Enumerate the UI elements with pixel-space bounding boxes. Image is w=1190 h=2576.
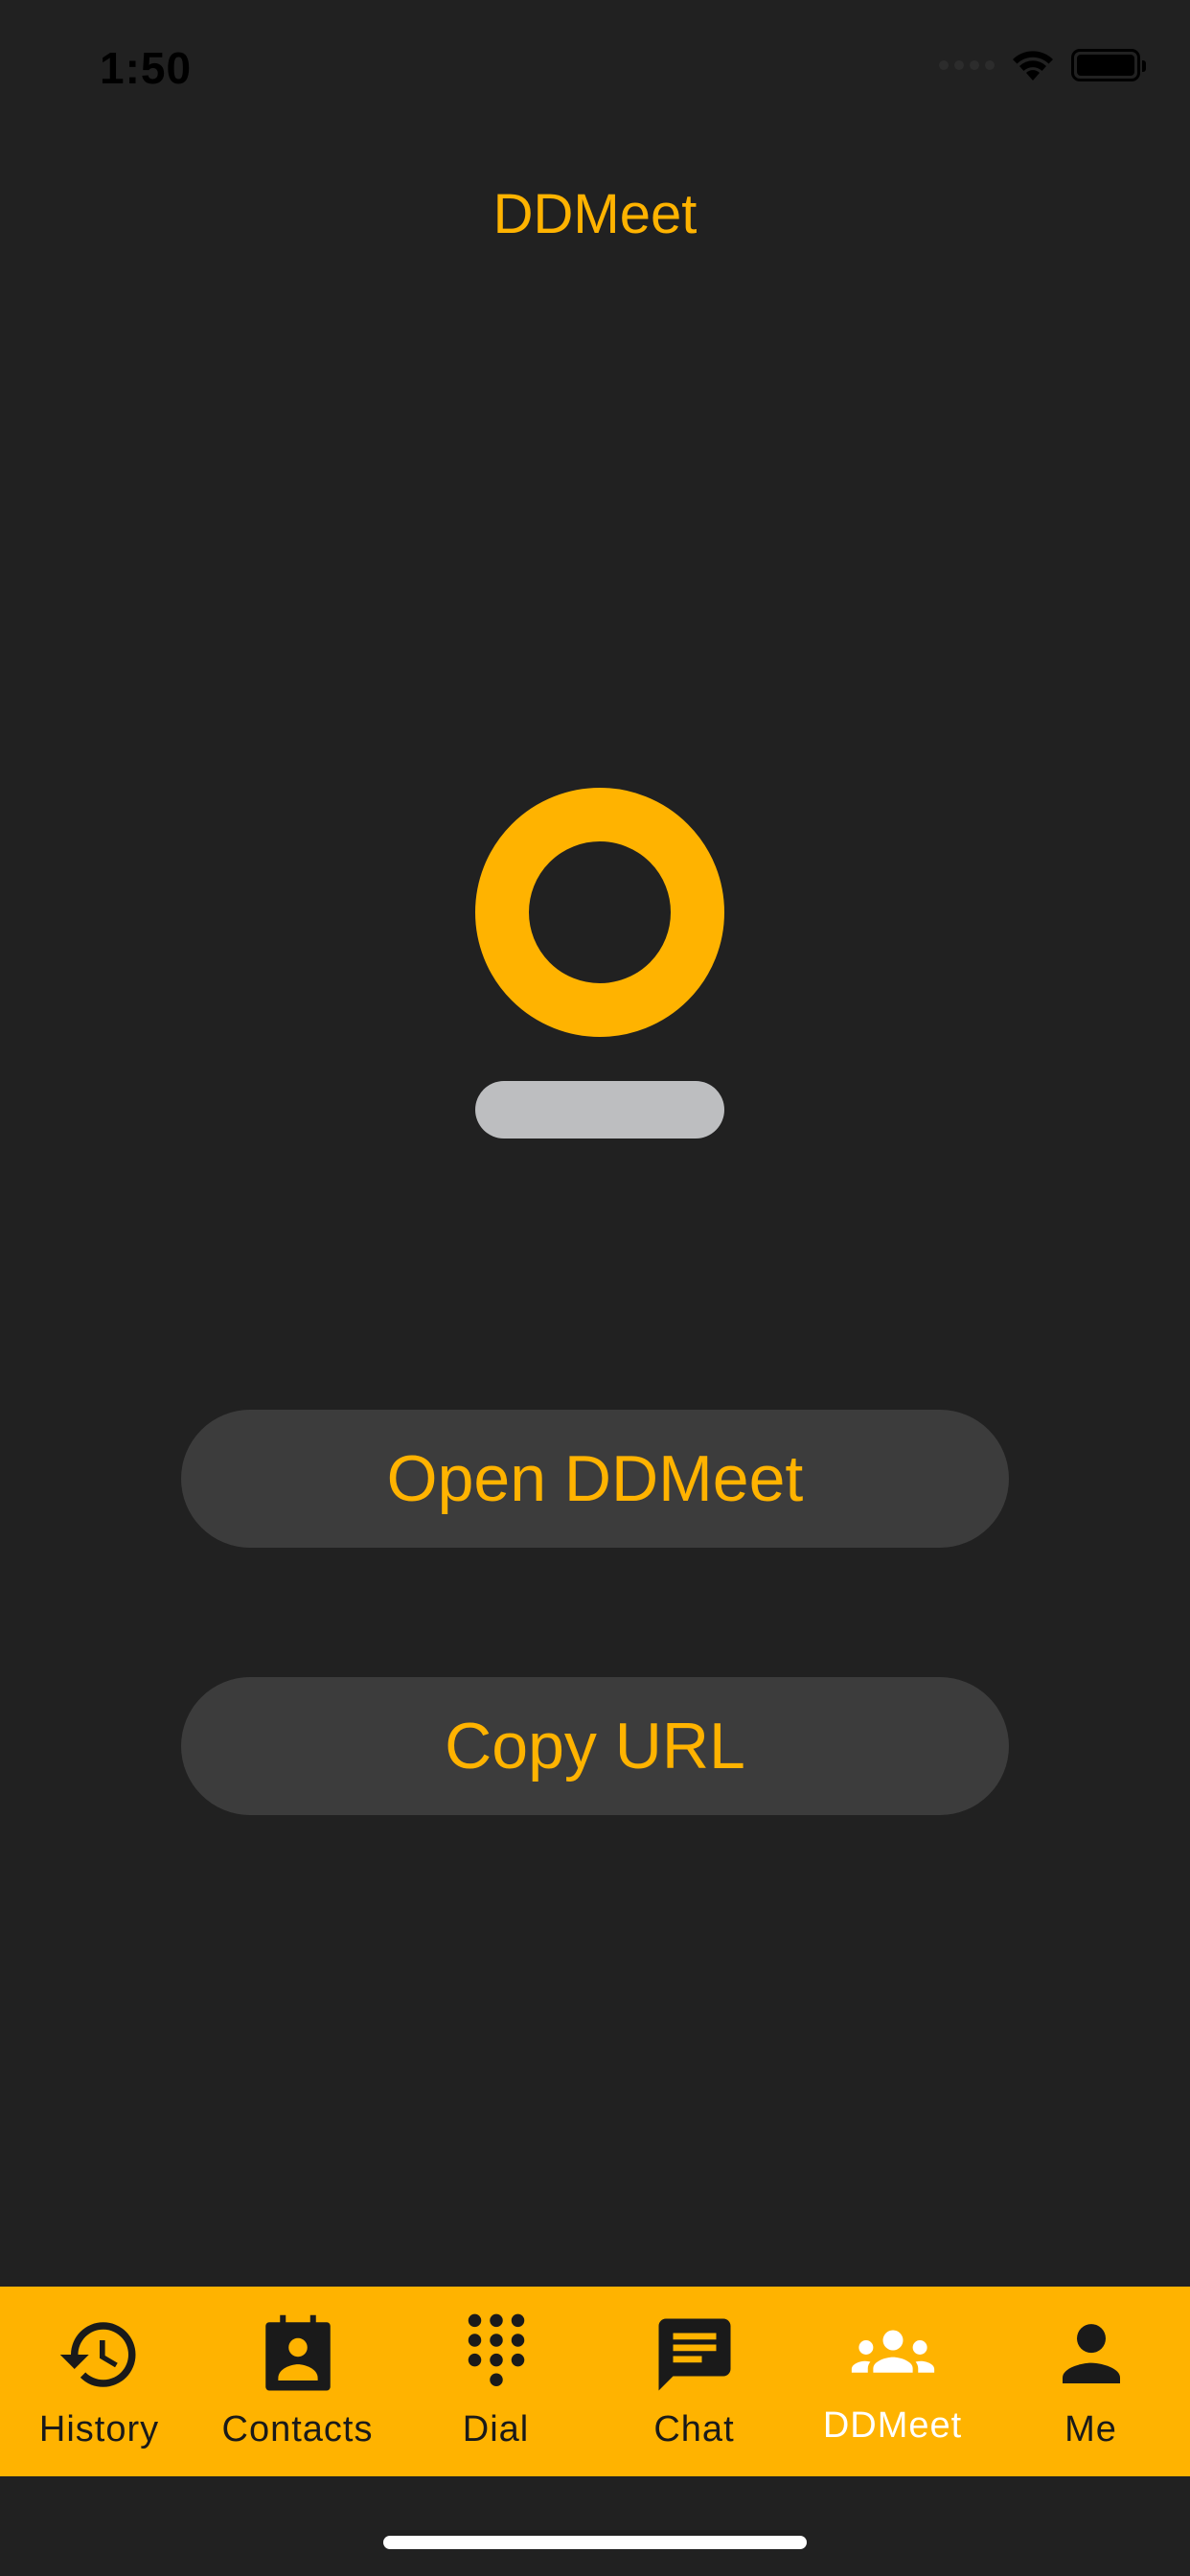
cellular-signal-icon xyxy=(939,60,995,70)
tab-me[interactable]: Me xyxy=(992,2287,1190,2476)
page-title: DDMeet xyxy=(492,183,698,245)
person-icon xyxy=(1062,2324,1120,2383)
copy-url-button[interactable]: Copy URL xyxy=(181,1677,1009,1815)
status-bar: 1:50 xyxy=(0,0,1190,144)
tab-label: History xyxy=(38,2409,160,2450)
tab-label: Chat xyxy=(653,2409,735,2450)
tab-bar: History Contacts Dial Chat DDMeet Me xyxy=(0,2287,1190,2476)
tab-ddmeet[interactable]: DDMeet xyxy=(793,2287,992,2476)
tab-label: Dial xyxy=(462,2409,530,2450)
tab-label: DDMeet xyxy=(822,2405,963,2446)
tab-history[interactable]: History xyxy=(0,2287,198,2476)
tab-dial[interactable]: Dial xyxy=(397,2287,595,2476)
tab-label: Contacts xyxy=(221,2409,374,2450)
status-icons xyxy=(939,48,1146,82)
open-ddmeet-button[interactable]: Open DDMeet xyxy=(181,1410,1009,1548)
tab-contacts[interactable]: Contacts xyxy=(198,2287,397,2476)
dialpad-icon xyxy=(468,2313,524,2386)
ddmeet-logo-ring xyxy=(475,788,724,1037)
chat-icon xyxy=(658,2318,730,2391)
wifi-icon xyxy=(1013,51,1053,80)
home-indicator[interactable] xyxy=(383,2536,807,2549)
tab-label: Me xyxy=(1064,2409,1117,2450)
battery-icon xyxy=(1071,49,1146,81)
contacts-icon xyxy=(264,2314,331,2391)
group-icon xyxy=(851,2330,934,2373)
ddmeet-logo-bar xyxy=(475,1081,724,1138)
tab-chat[interactable]: Chat xyxy=(595,2287,793,2476)
history-icon xyxy=(59,2322,135,2387)
status-time: 1:50 xyxy=(100,43,193,93)
